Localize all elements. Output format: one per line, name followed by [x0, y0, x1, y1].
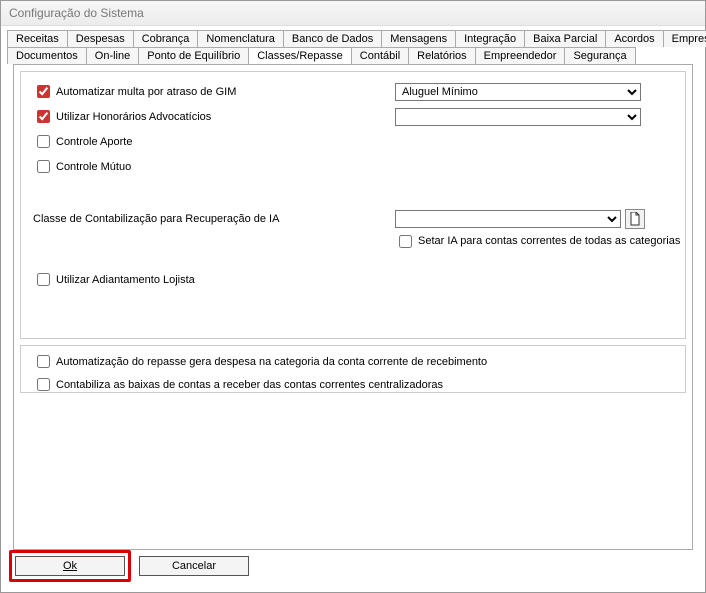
- panel-options-2: Automatização do repasse gera despesa na…: [20, 345, 686, 393]
- tab-baixa-parcial[interactable]: Baixa Parcial: [524, 30, 606, 47]
- lbl-controle-aporte: Controle Aporte: [56, 136, 132, 148]
- ok-button[interactable]: Ok: [15, 556, 125, 576]
- lbl-auto-multa-gim: Automatizar multa por atraso de GIM: [56, 86, 236, 98]
- config-window: Configuração do Sistema Receitas Despesa…: [0, 0, 706, 593]
- ok-label: Ok: [63, 560, 77, 572]
- btn-document-icon[interactable]: [625, 209, 645, 229]
- document-icon: [629, 212, 641, 226]
- tab-contabil[interactable]: Contábil: [351, 47, 409, 64]
- button-bar: Ok Cancelar: [9, 550, 249, 582]
- tab-content: Automatizar multa por atraso de GIM Alug…: [13, 64, 693, 550]
- tab-mensagens[interactable]: Mensagens: [381, 30, 456, 47]
- lbl-classe-ia: Classe de Contabilização para Recuperaçã…: [33, 213, 279, 225]
- chk-auto-repasse[interactable]: [37, 355, 50, 368]
- lbl-contabiliza-baixas: Contabiliza as baixas de contas a recebe…: [56, 379, 443, 391]
- lbl-auto-repasse: Automatização do repasse gera despesa na…: [56, 356, 487, 368]
- tab-cobranca[interactable]: Cobrança: [133, 30, 199, 47]
- lbl-setar-ia: Setar IA para contas correntes de todas …: [418, 235, 680, 247]
- tab-integracao[interactable]: Integração: [455, 30, 525, 47]
- tab-documentos[interactable]: Documentos: [7, 47, 87, 64]
- chk-controle-mutuo[interactable]: [37, 160, 50, 173]
- chk-contabiliza-baixas[interactable]: [37, 378, 50, 391]
- window-title: Configuração do Sistema: [1, 1, 705, 26]
- lbl-honorarios: Utilizar Honorários Advocatícios: [56, 111, 211, 123]
- tab-receitas[interactable]: Receitas: [7, 30, 68, 47]
- cancel-button[interactable]: Cancelar: [139, 556, 249, 576]
- chk-honorarios[interactable]: [37, 110, 50, 123]
- empty-space: [14, 399, 692, 549]
- tabs-area: Receitas Despesas Cobrança Nomenclatura …: [7, 30, 699, 550]
- lbl-controle-mutuo: Controle Mútuo: [56, 161, 131, 173]
- chk-controle-aporte[interactable]: [37, 135, 50, 148]
- tab-ponto-equilibrio[interactable]: Ponto de Equilíbrio: [138, 47, 249, 64]
- tab-online[interactable]: On-line: [86, 47, 139, 64]
- ok-highlight: Ok: [9, 550, 131, 582]
- sel-honorarios[interactable]: [395, 108, 641, 126]
- tab-banco-de-dados[interactable]: Banco de Dados: [283, 30, 382, 47]
- cancel-label: Cancelar: [172, 560, 216, 572]
- tab-seguranca[interactable]: Segurança: [564, 47, 635, 64]
- panel-options-1: Automatizar multa por atraso de GIM Alug…: [20, 71, 686, 339]
- tab-empreendedor[interactable]: Empreendedor: [475, 47, 566, 64]
- tab-classes-repasse[interactable]: Classes/Repasse: [248, 47, 352, 64]
- tab-nomenclatura[interactable]: Nomenclatura: [197, 30, 283, 47]
- lbl-adiantamento-lojista: Utilizar Adiantamento Lojista: [56, 274, 195, 286]
- tab-acordos[interactable]: Acordos: [605, 30, 663, 47]
- tab-despesas[interactable]: Despesas: [67, 30, 134, 47]
- chk-adiantamento-lojista[interactable]: [37, 273, 50, 286]
- tab-empresa[interactable]: Empresa: [663, 30, 706, 47]
- tab-row-1: Receitas Despesas Cobrança Nomenclatura …: [7, 30, 699, 47]
- tab-row-2: Documentos On-line Ponto de Equilíbrio C…: [7, 47, 699, 64]
- tab-relatorios[interactable]: Relatórios: [408, 47, 476, 64]
- sel-classe-ia[interactable]: [395, 210, 621, 228]
- sel-aluguel-minimo[interactable]: Aluguel Mínimo: [395, 83, 641, 101]
- chk-setar-ia[interactable]: [399, 235, 412, 248]
- chk-auto-multa-gim[interactable]: [37, 85, 50, 98]
